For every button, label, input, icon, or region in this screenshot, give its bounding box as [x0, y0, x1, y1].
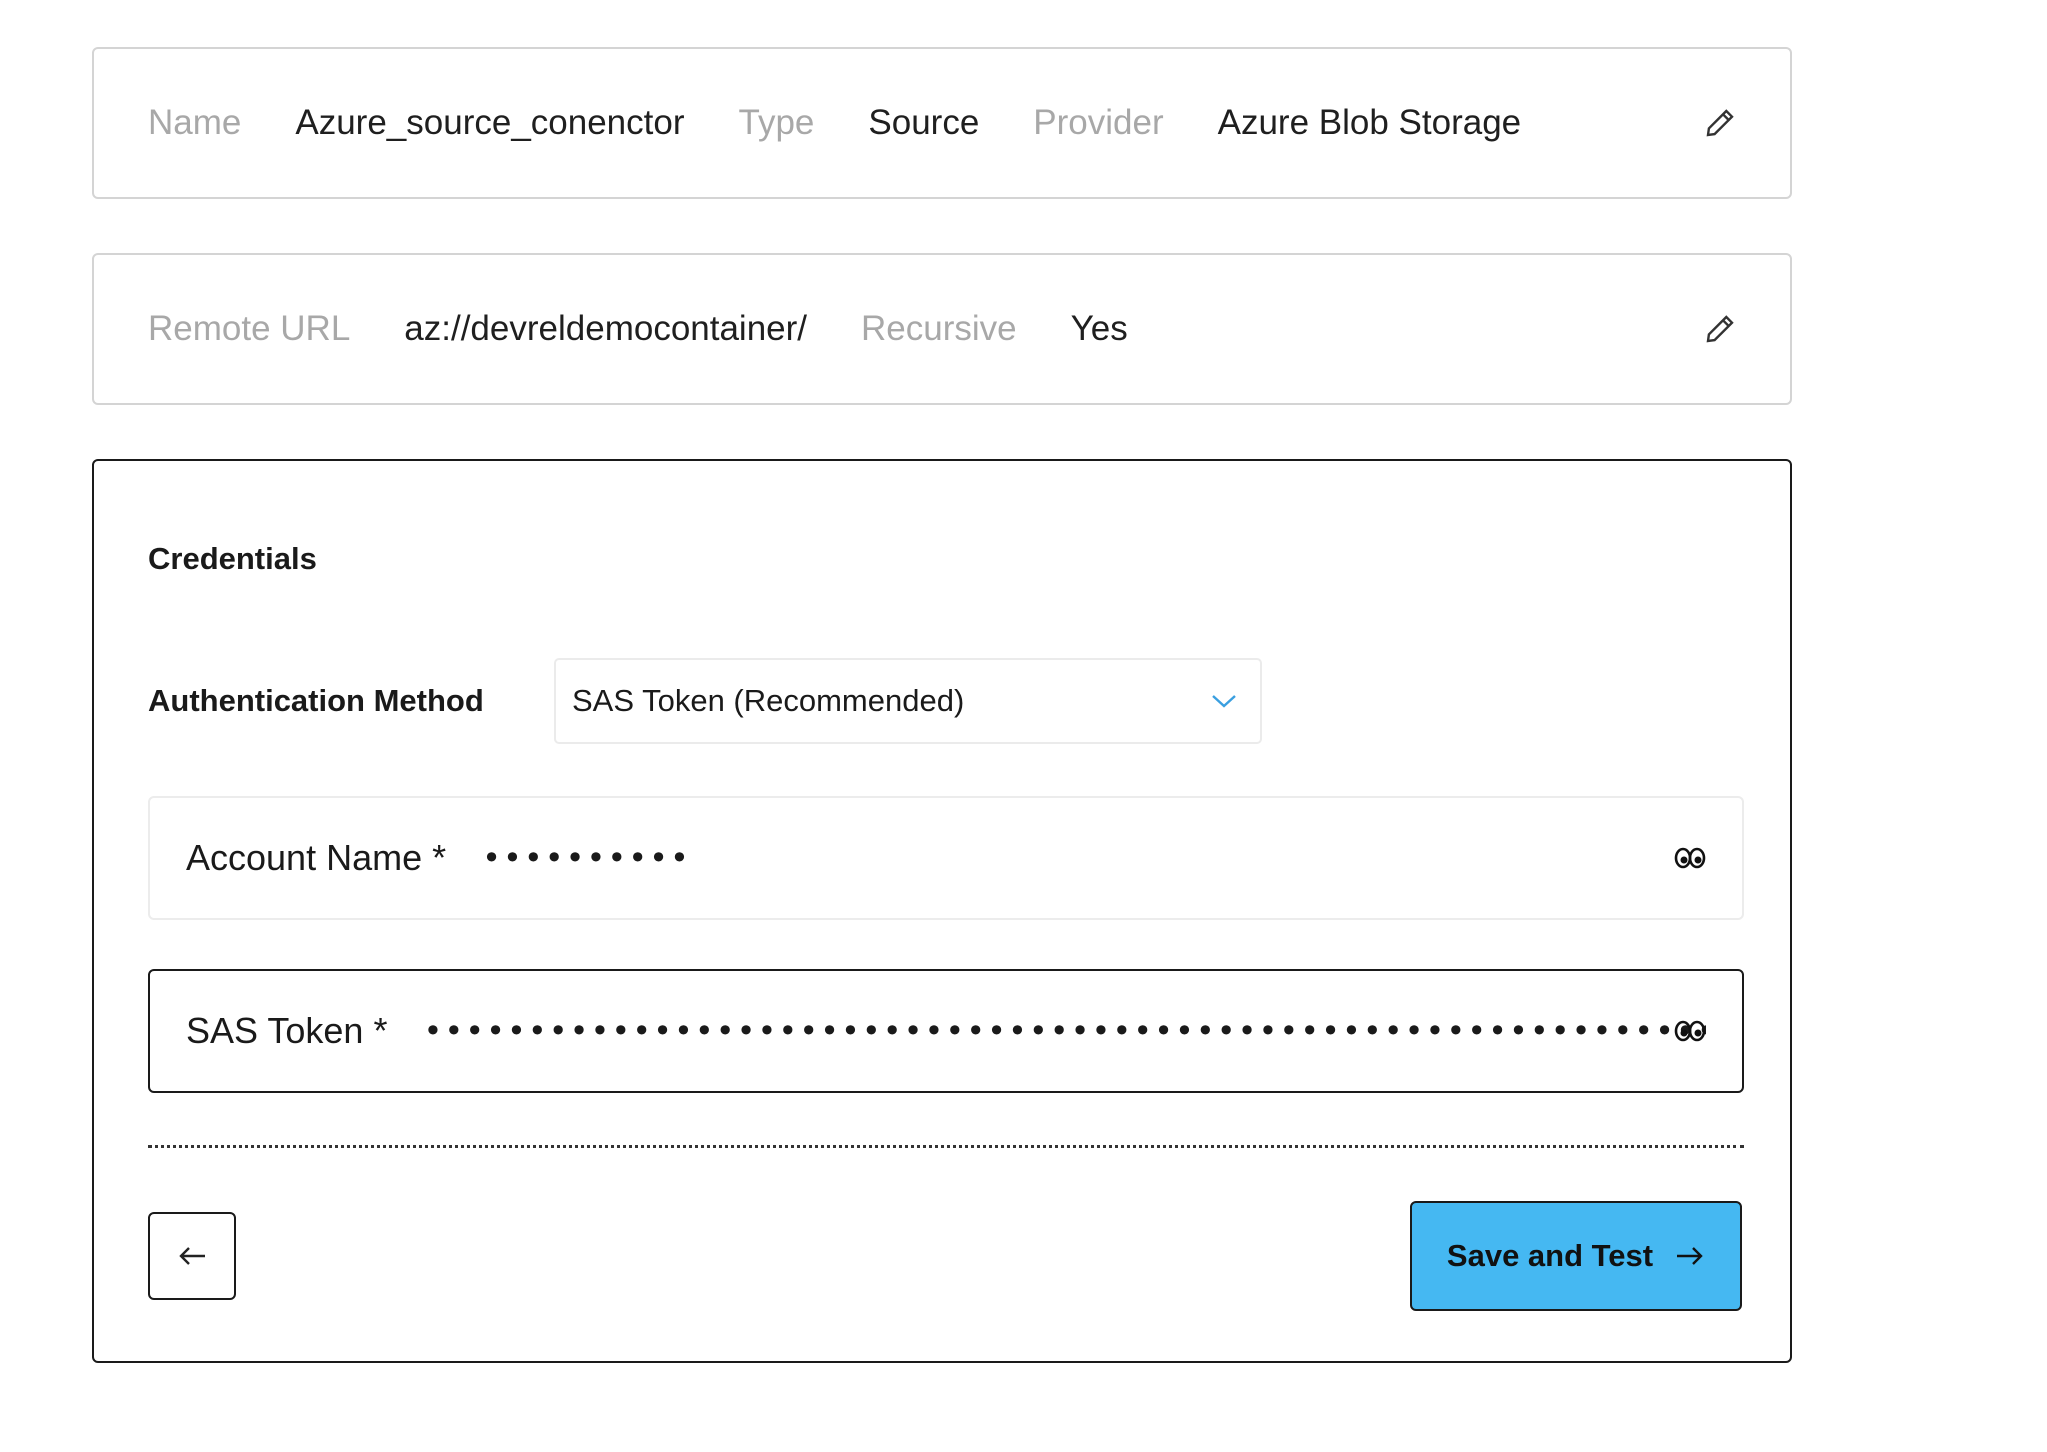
arrow-right-icon — [1677, 1247, 1703, 1265]
back-button[interactable] — [148, 1212, 236, 1300]
name-label: Name — [148, 103, 242, 142]
auth-method-value: SAS Token (Recommended) — [572, 683, 965, 718]
sas-token-field[interactable]: SAS Token * ••••••••••••••••••••••••••••… — [148, 969, 1744, 1093]
account-name-input[interactable]: •••••••••• — [482, 839, 1706, 877]
provider-label: Provider — [1033, 103, 1164, 142]
sas-token-input[interactable]: ••••••••••••••••••••••••••••••••••••••••… — [423, 1012, 1706, 1050]
eye-icon[interactable] — [1674, 845, 1706, 871]
auth-method-label: Authentication Method — [148, 683, 484, 718]
account-name-label: Account Name * — [186, 837, 447, 878]
save-and-test-label: Save and Test — [1446, 1238, 1654, 1273]
chevron-down-icon — [1212, 695, 1236, 708]
remote-url-label: Remote URL — [148, 309, 351, 348]
remote-url-value: az://devreldemocontainer/ — [404, 309, 808, 348]
eye-icon[interactable] — [1674, 1018, 1706, 1044]
type-value: Source — [868, 103, 980, 142]
pencil-icon[interactable] — [1702, 105, 1738, 141]
arrow-left-icon — [179, 1247, 205, 1265]
recursive-label: Recursive — [861, 309, 1017, 348]
name-value: Azure_source_conenctor — [295, 103, 685, 142]
pencil-icon[interactable] — [1702, 311, 1738, 347]
type-label: Type — [738, 103, 815, 142]
credentials-card: Credentials Authentication Method SAS To… — [92, 459, 1792, 1363]
auth-method-select[interactable]: SAS Token (Recommended) — [554, 658, 1262, 744]
location-summary-card: Remote URL az://devreldemocontainer/ Rec… — [92, 253, 1792, 405]
account-name-field[interactable]: Account Name * •••••••••• — [148, 796, 1744, 920]
sas-token-label: SAS Token * — [186, 1010, 388, 1051]
save-and-test-button[interactable]: Save and Test — [1410, 1201, 1742, 1311]
divider — [148, 1145, 1744, 1148]
recursive-value: Yes — [1070, 309, 1128, 348]
provider-value: Azure Blob Storage — [1217, 103, 1522, 142]
connector-summary-card: Name Azure_source_conenctor Type Source … — [92, 47, 1792, 199]
credentials-title: Credentials — [148, 541, 317, 576]
